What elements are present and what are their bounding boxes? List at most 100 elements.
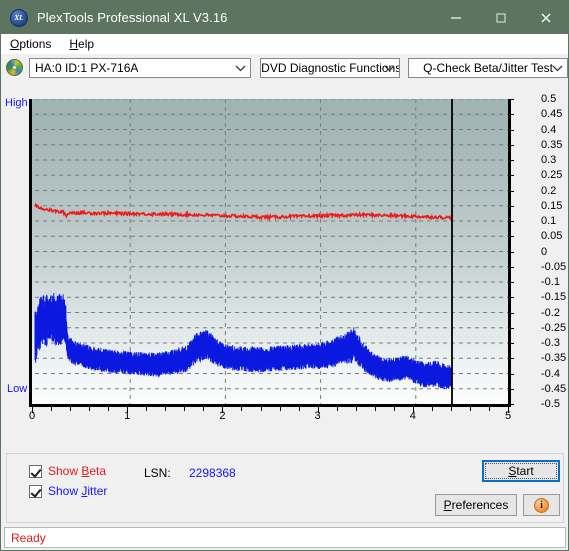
chart-canvas [34, 99, 508, 404]
show-jitter-label-pre: Show [48, 484, 82, 498]
y-tick-label: -0.05 [541, 260, 567, 273]
x-tick-mark [32, 407, 33, 413]
x-tick-mark [450, 407, 452, 411]
x-tick-mark [89, 407, 91, 411]
test-select[interactable]: Q-Check Beta/Jitter Test [408, 57, 568, 79]
drive-select[interactable]: HA:0 ID:1 PX-716A [29, 57, 252, 79]
show-beta-label-post: eta [89, 464, 107, 478]
x-tick-mark [298, 407, 300, 411]
close-icon[interactable] [523, 1, 568, 34]
x-tick-mark [260, 407, 262, 411]
y-tick-label: 0.45 [541, 108, 563, 121]
x-tick-mark [51, 407, 52, 411]
x-tick-mark [184, 407, 186, 411]
title-bar: XL PlexTools Professional XL V3.16 [1, 1, 568, 34]
menu-help-rest: elp [78, 37, 95, 51]
disc-drive-icon [6, 59, 23, 76]
x-tick-mark [203, 407, 205, 411]
window-title: PlexTools Professional XL V3.16 [37, 10, 228, 25]
drive-select-value: HA:0 ID:1 PX-716A [35, 60, 139, 75]
show-jitter-checkbox[interactable]: Show Jitter [29, 484, 107, 498]
axis-high-label: High [5, 97, 28, 109]
show-jitter-label: Show Jitter [48, 484, 107, 498]
y-tick-label: -0.3 [541, 337, 560, 349]
x-tick-mark [393, 407, 395, 411]
start-button[interactable]: Start [482, 460, 560, 482]
chevron-down-icon [384, 59, 395, 79]
preferences-button-rest: references [451, 498, 509, 512]
x-tick-mark [469, 407, 471, 411]
y-tick-label: -0.35 [541, 352, 567, 365]
window-controls [433, 1, 568, 34]
chevron-down-icon [552, 59, 563, 79]
application-window: XL PlexTools Professional XL V3.16 Optio… [0, 0, 569, 551]
y-tick-label: 0.4 [541, 123, 557, 136]
function-select[interactable]: DVD Diagnostic Functions [260, 57, 401, 79]
y-tick-label: 0.3 [541, 154, 557, 166]
chevron-down-icon [235, 59, 246, 79]
x-tick-mark [355, 407, 357, 411]
checkmark-icon[interactable] [29, 464, 42, 478]
lsn-label: LSN: [144, 466, 171, 480]
beta-jitter-chart [29, 99, 508, 407]
menu-item-help[interactable]: Help [60, 34, 103, 54]
minimize-icon[interactable] [433, 1, 478, 34]
x-tick-mark [374, 407, 376, 411]
y-tick-label: 0.35 [541, 138, 563, 151]
options-group: Show Beta Show Jitter LSN: 2298368 Start… [6, 453, 564, 523]
checkmark-icon[interactable] [29, 484, 42, 498]
x-tick-mark [241, 407, 243, 411]
show-beta-checkbox[interactable]: Show Beta [29, 464, 106, 478]
y-tick-label: -0.2 [541, 306, 560, 319]
y-tick-label: 0.25 [541, 169, 563, 182]
status-bar: Ready [4, 527, 566, 548]
function-select-value: DVD Diagnostic Functions [261, 60, 400, 75]
info-icon: i [534, 497, 549, 513]
lsn-value: 2298368 [189, 466, 236, 480]
x-tick-mark [70, 407, 72, 411]
show-jitter-label-post: itter [87, 484, 108, 498]
menu-bar: Options Help [1, 34, 568, 54]
xl-logo-icon: XL [10, 8, 28, 27]
y-tick-label: -0.25 [541, 321, 567, 334]
x-tick-mark [108, 407, 110, 411]
x-tick-mark [279, 407, 281, 411]
graph-panel: High Low 0.5 0.45 0.4 0.35 0.3 0.25 0.2 0.15 0.1… [3, 83, 566, 451]
y-tick-label: -0.45 [541, 382, 567, 395]
x-tick-mark [431, 407, 433, 411]
y-tick-label: 0.2 [541, 184, 557, 197]
plot-wrapper: 0.5 0.45 0.4 0.35 0.3 0.25 0.2 0.15 0.1 0.05 0 -0.0… [29, 94, 566, 423]
y-tick-label: -0.1 [541, 276, 560, 288]
y-tick-label: 0.15 [541, 199, 563, 212]
preferences-button[interactable]: Preferences [435, 494, 517, 516]
status-text: Ready [11, 530, 46, 545]
preferences-button-label: Preferences [444, 498, 509, 512]
show-beta-label: Show Beta [48, 464, 106, 478]
x-tick-mark [489, 407, 490, 411]
start-button-label: tart [516, 464, 534, 478]
start-button-inner: Start [485, 463, 557, 479]
axis-low-label: Low [7, 383, 28, 395]
x-tick-mark [508, 407, 509, 413]
x-tick-mark [317, 407, 319, 413]
y-axis-spine [508, 99, 511, 407]
y-tick-label: 0.1 [541, 215, 557, 227]
menu-options-accel: O [10, 37, 20, 51]
y-tick-label: 0 [541, 245, 548, 258]
x-tick-mark [127, 407, 129, 413]
info-button[interactable]: i [523, 494, 560, 516]
toolbar: HA:0 ID:1 PX-716A DVD Diagnostic Functio… [1, 54, 568, 81]
show-beta-label-pre: Show [48, 464, 82, 478]
test-select-value: Q-Check Beta/Jitter Test [423, 60, 553, 75]
x-tick-mark [412, 407, 414, 413]
maximize-icon[interactable] [478, 1, 523, 34]
menu-help-accel: H [69, 37, 79, 51]
menu-item-options[interactable]: Options [1, 34, 60, 54]
y-tick-label: -0.15 [541, 291, 567, 304]
menu-options-rest: ptions [19, 37, 52, 51]
y-tick-label: 0.05 [541, 230, 563, 243]
x-tick-mark [222, 407, 224, 413]
y-tick-label: 0.5 [541, 93, 557, 105]
y-tick-label: -0.5 [541, 398, 560, 410]
x-tick-mark [146, 407, 148, 411]
